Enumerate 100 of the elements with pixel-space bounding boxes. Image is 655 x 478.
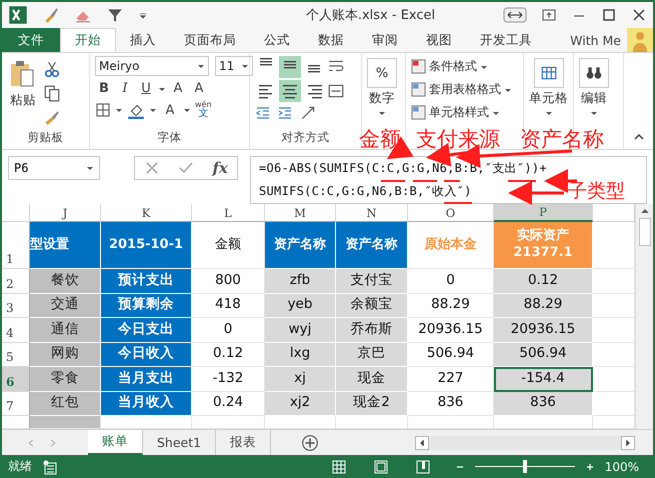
normal-view-icon[interactable]: [330, 458, 347, 474]
close-icon[interactable]: [631, 7, 647, 23]
table-cell: -132: [192, 367, 265, 392]
ribbon-tab[interactable]: 插入: [116, 28, 170, 52]
grow-font-button[interactable]: A: [169, 81, 187, 96]
ribbon-tab[interactable]: 审阅: [358, 28, 412, 52]
table-cell: 通信: [30, 318, 101, 342]
shrink-font-button[interactable]: A: [190, 81, 208, 96]
table-cell: 原始本金: [408, 222, 494, 269]
table-cell: 今日收入: [101, 342, 192, 367]
table-cell: 0.12: [192, 342, 265, 367]
table-cell: 506.94: [494, 342, 593, 367]
table-cell: 800: [192, 269, 265, 294]
maximize-icon[interactable]: [601, 7, 617, 23]
row-header[interactable]: 1: [2, 222, 30, 269]
paste-button[interactable]: 粘贴: [7, 56, 39, 109]
ribbon-tab[interactable]: 公式: [250, 28, 304, 52]
horizontal-scrollbar[interactable]: [429, 436, 621, 450]
account-name[interactable]: With Me: [570, 28, 627, 52]
excel-logo-icon[interactable]: [8, 5, 28, 25]
phonetic-button[interactable]: wén 文: [195, 101, 212, 119]
bold-button[interactable]: B: [95, 81, 113, 96]
table-cell: 今日支出: [101, 318, 192, 342]
ribbon-display-icon[interactable]: [541, 7, 557, 23]
ribbon-tab[interactable]: 开始: [60, 28, 116, 52]
table-cell: 金额: [192, 222, 265, 269]
column-header[interactable]: N: [336, 204, 408, 222]
table-cell: 418: [192, 294, 265, 318]
style-menu-button[interactable]: 套用表格格式: [411, 81, 512, 98]
dropdown-caret-icon[interactable]: [183, 106, 191, 114]
macro-record-icon[interactable]: [42, 458, 58, 474]
page-break-icon[interactable]: [414, 458, 431, 474]
cut-icon[interactable]: [43, 60, 61, 78]
column-header[interactable]: P: [494, 204, 593, 222]
dropdown-caret-icon[interactable]: [378, 109, 386, 117]
dropdown-caret-icon[interactable]: [149, 106, 157, 114]
merge-cells-icon[interactable]: [327, 82, 345, 100]
sheet-tab[interactable]: 账单: [88, 430, 143, 455]
dropdown-caret-icon[interactable]: [197, 62, 205, 70]
group-label: 剪贴板: [26, 130, 64, 146]
table-style-icon: [411, 59, 426, 74]
cells-button[interactable]: 单元格: [529, 56, 568, 117]
table-cell: 网购: [30, 342, 101, 367]
italic-button[interactable]: I: [116, 81, 134, 96]
row-header[interactable]: 3: [2, 294, 30, 318]
table-cell: zfb: [265, 269, 336, 294]
row-header[interactable]: 5: [2, 342, 30, 367]
font-size-field[interactable]: 11: [215, 56, 253, 76]
row-header[interactable]: 6: [2, 367, 30, 392]
table-cell: 实际资产 21377.1: [494, 222, 593, 269]
editing-button[interactable]: 编辑: [579, 56, 609, 117]
table-cell: yeb: [265, 294, 336, 318]
column-header[interactable]: O: [408, 204, 494, 222]
dropdown-caret-icon[interactable]: [86, 164, 94, 172]
border-icon[interactable]: [95, 102, 111, 118]
page-layout-icon[interactable]: [372, 458, 389, 474]
ribbon-tab[interactable]: 数据: [304, 28, 358, 52]
table-cell: 型设置: [30, 222, 101, 269]
row-header[interactable]: 7: [2, 392, 30, 416]
number-format-button[interactable]: % 数字: [367, 56, 397, 117]
scroll-thumb[interactable]: [638, 218, 650, 246]
zoom-percent[interactable]: 100%: [604, 460, 647, 474]
annotation-underline: [444, 202, 472, 204]
increase-indent-icon[interactable]: [277, 105, 293, 121]
add-sheet-icon[interactable]: [301, 434, 320, 452]
dropdown-caret-icon[interactable]: [115, 106, 123, 114]
dropdown-caret-icon[interactable]: [241, 62, 249, 70]
dropdown-caret-icon[interactable]: [590, 109, 598, 117]
column-header[interactable]: K: [101, 204, 192, 222]
annotation-label: 资产名称: [520, 129, 604, 150]
align-button[interactable]: [279, 56, 301, 78]
table-cell: 余额宝: [336, 294, 408, 318]
column-header[interactable]: J: [30, 204, 101, 222]
style-menu-button[interactable]: 单元格样式: [411, 104, 500, 121]
scroll-left-icon[interactable]: [415, 436, 429, 450]
ribbon-tab[interactable]: 视图: [412, 28, 466, 52]
decrease-indent-icon[interactable]: [255, 105, 271, 121]
ribbon-tab[interactable]: 页面布局: [170, 28, 250, 52]
row-header[interactable]: 4: [2, 318, 30, 342]
font-name-field[interactable]: Meiryo: [95, 56, 209, 76]
ribbon-tab[interactable]: 开发工具: [466, 28, 546, 52]
zoom-in-icon[interactable]: [584, 462, 595, 472]
copy-icon[interactable]: [43, 84, 61, 102]
column-header[interactable]: M: [265, 204, 336, 222]
column-header[interactable]: L: [192, 204, 265, 222]
dropdown-caret-icon[interactable]: [544, 109, 552, 117]
file-tab[interactable]: 文件: [2, 28, 60, 52]
font-color-button[interactable]: A: [161, 102, 179, 118]
insert-function-button[interactable]: fx: [212, 159, 228, 177]
group-label: 字体: [156, 130, 182, 146]
underline-button[interactable]: U: [137, 81, 155, 96]
style-menu-button[interactable]: 条件格式: [411, 58, 488, 75]
table-cell: 836: [408, 392, 494, 416]
orientation-icon[interactable]: [299, 104, 317, 122]
row-header[interactable]: 2: [2, 269, 30, 294]
align-button[interactable]: [279, 80, 301, 102]
zoom-slider[interactable]: [522, 460, 527, 473]
name-box[interactable]: P6: [8, 156, 100, 180]
scroll-right-icon[interactable]: [621, 436, 635, 450]
annotation-underline: [508, 180, 536, 182]
